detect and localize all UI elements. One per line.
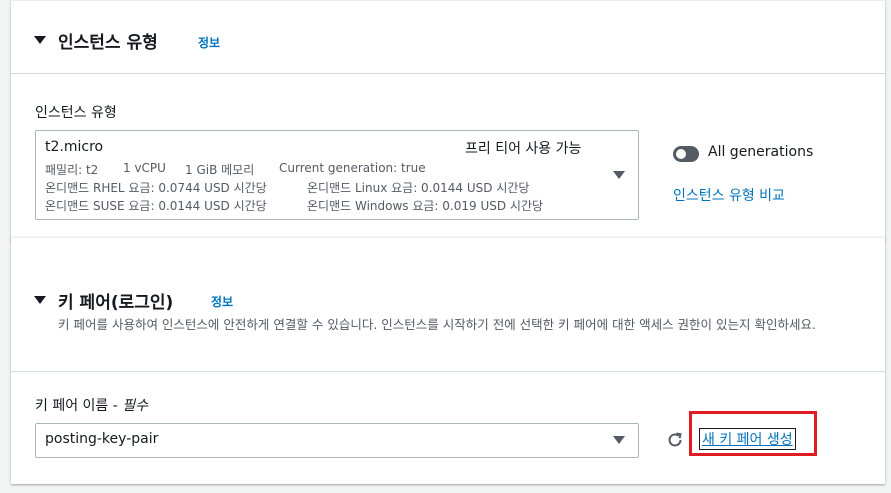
caret-down-icon[interactable]: [34, 296, 46, 304]
compare-instance-types-link[interactable]: 인스턴스 유형 비교: [673, 185, 785, 205]
free-tier-badge: 프리 티어 사용 가능: [465, 141, 582, 157]
all-generations-toggle[interactable]: [673, 146, 699, 162]
key-pair-title: 키 페어(로그인): [58, 293, 174, 313]
all-generations-label: All generations: [708, 144, 814, 160]
instance-type-field-label: 인스턴스 유형: [35, 105, 117, 121]
price-suse: 온디맨드 SUSE 요금: 0.0144 USD 시간당: [45, 199, 267, 213]
instance-type-value: t2.micro: [45, 139, 104, 155]
key-pair-description: 키 페어를 사용하여 인스턴스에 안전하게 연결할 수 있습니다. 인스턴스를 …: [58, 317, 816, 332]
dropdown-arrow-icon: [613, 171, 625, 179]
price-windows: 온디맨드 Windows 요금: 0.019 USD 시간당: [307, 199, 544, 213]
instance-type-title: 인스턴스 유형: [58, 33, 158, 53]
toggle-knob: [676, 149, 686, 159]
price-linux: 온디맨드 Linux 요금: 0.0144 USD 시간당: [307, 181, 530, 195]
dropdown-arrow-icon: [613, 436, 625, 444]
instance-type-panel: 인스턴스 유형 정보 인스턴스 유형 t2.micro 프리 티어 사용 가능 …: [11, 0, 885, 241]
required-label: 필수: [122, 398, 149, 414]
instance-type-select[interactable]: t2.micro 프리 티어 사용 가능 패밀리: t2 1 vCPU 1 Gi…: [35, 130, 639, 220]
key-pair-header[interactable]: 키 페어(로그인) 정보 키 페어를 사용하여 인스턴스에 안전하게 연결할 수…: [11, 238, 885, 372]
instance-family: 패밀리: t2: [45, 163, 99, 177]
price-rhel: 온디맨드 RHEL 요금: 0.0744 USD 시간당: [45, 181, 267, 195]
key-pair-value: posting-key-pair: [45, 431, 159, 447]
key-pair-field-label: 키 페어 이름 - 필수: [35, 395, 148, 415]
key-pair-panel: 키 페어(로그인) 정보 키 페어를 사용하여 인스턴스에 안전하게 연결할 수…: [11, 237, 885, 484]
create-key-pair-link[interactable]: 새 키 페어 생성: [699, 428, 796, 450]
instance-type-info-link[interactable]: 정보: [198, 34, 220, 51]
instance-vcpu: 1 vCPU: [123, 161, 166, 175]
instance-memory: 1 GiB 메모리: [185, 163, 255, 177]
refresh-icon[interactable]: [666, 431, 684, 449]
key-pair-info-link[interactable]: 정보: [211, 293, 233, 310]
instance-generation: Current generation: true: [279, 161, 426, 175]
key-pair-select[interactable]: posting-key-pair: [35, 423, 639, 458]
key-pair-field-label-text: 키 페어 이름 -: [35, 398, 123, 414]
caret-down-icon[interactable]: [34, 36, 46, 44]
instance-type-header[interactable]: 인스턴스 유형 정보: [11, 1, 885, 74]
